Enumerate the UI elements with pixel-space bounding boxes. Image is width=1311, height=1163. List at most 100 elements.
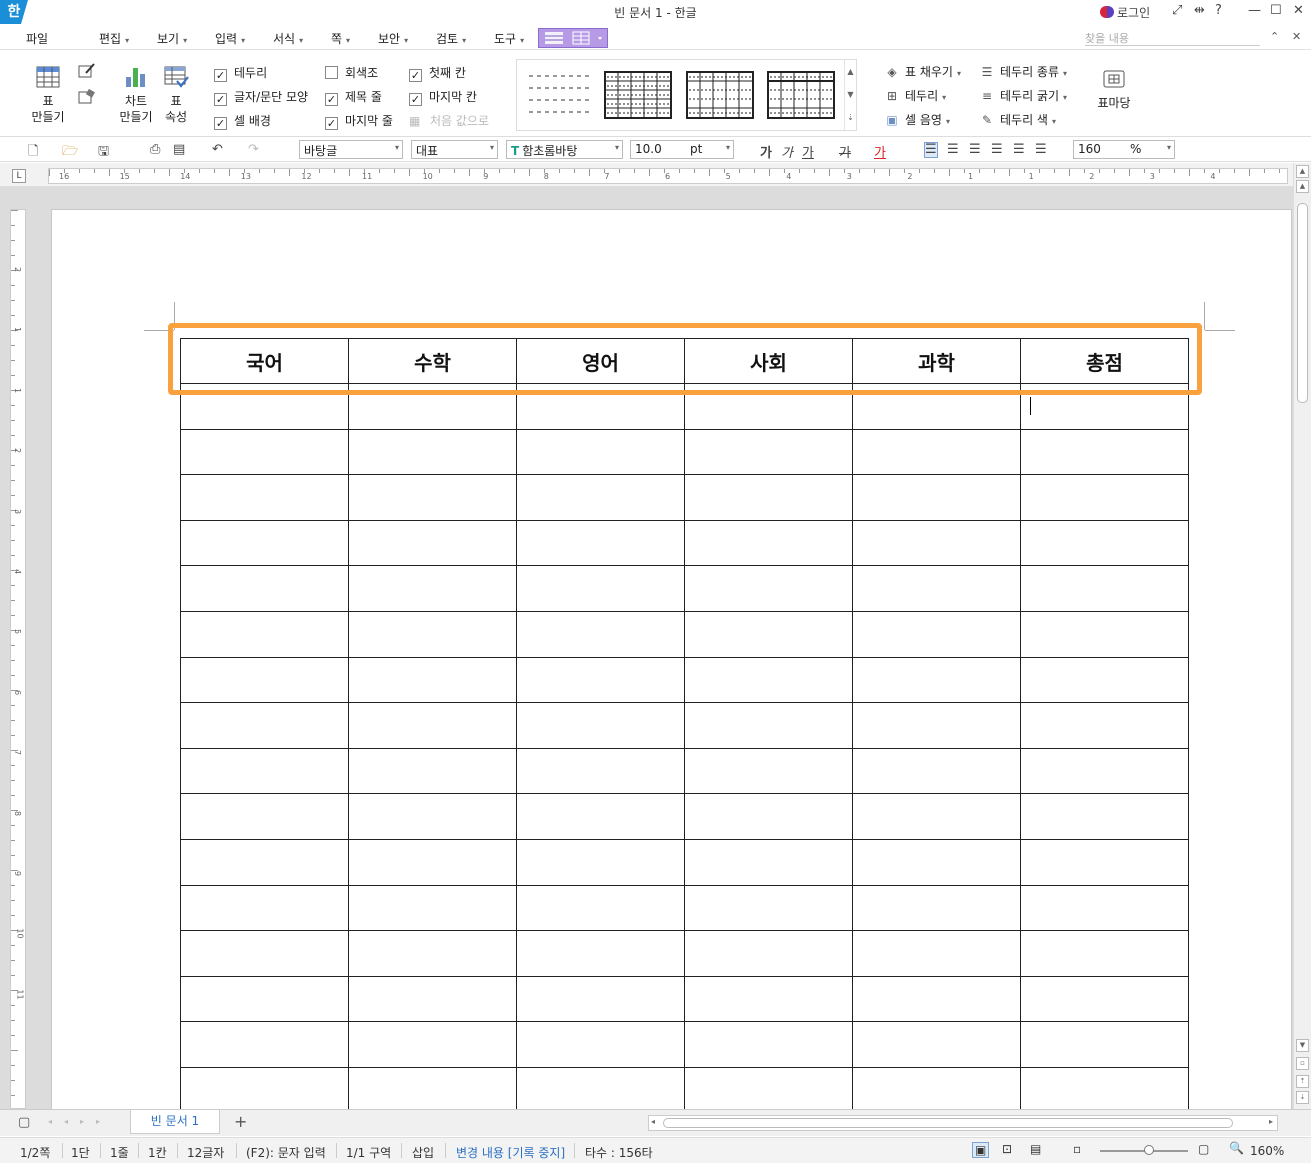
table-cell[interactable] — [516, 1021, 685, 1068]
search-input[interactable]: 찾을 내용 — [1085, 30, 1260, 46]
table-cell[interactable] — [684, 793, 853, 840]
table-cell[interactable] — [180, 702, 349, 749]
checkbox-cell-bg[interactable]: ✓ 셀 배경 — [214, 112, 271, 130]
table-create-button[interactable]: 표 만들기 — [28, 65, 68, 125]
new-document-icon[interactable]: 🗋 — [28, 142, 38, 164]
table-cell[interactable] — [1020, 565, 1189, 612]
menu-edit[interactable]: 편집 ▾ — [99, 30, 129, 47]
table-cell[interactable] — [516, 793, 685, 840]
table-cell[interactable] — [180, 975, 349, 1023]
table-cell[interactable] — [516, 1066, 685, 1109]
table-cell[interactable] — [1020, 428, 1189, 476]
border-color-button[interactable]: ✎ 테두리 색 ▾ — [979, 111, 1056, 128]
page[interactable]: 국어 수학 영어 사회 과학 총점 — [51, 209, 1292, 1109]
table-cell[interactable] — [516, 975, 685, 1023]
table-cell[interactable] — [684, 519, 853, 567]
table-style-grid-dashed[interactable] — [685, 70, 755, 120]
table-cell[interactable] — [516, 702, 685, 749]
table-cell[interactable] — [684, 1066, 853, 1109]
table-cell[interactable] — [852, 747, 1021, 795]
normal-view-icon[interactable]: ▣ — [972, 1142, 990, 1158]
ribbon-close-icon[interactable]: ✕ — [1292, 30, 1301, 43]
checkbox-grayscale[interactable]: 회색조 — [325, 64, 378, 81]
menu-view[interactable]: 보기 ▾ — [157, 30, 187, 47]
bold-button[interactable]: 가 — [760, 142, 772, 161]
scroll-right-icon[interactable]: ▸ — [1269, 1117, 1273, 1126]
erase-table-icon[interactable] — [78, 88, 96, 108]
table-cell[interactable] — [852, 565, 1021, 612]
table-cell[interactable] — [180, 656, 349, 704]
menu-file[interactable]: 파일 — [26, 30, 48, 47]
minimize-button[interactable]: — — [1248, 3, 1261, 18]
table-cell[interactable] — [180, 428, 349, 476]
checkbox-last-row[interactable]: ✓ 마지막 줄 — [325, 112, 393, 130]
table-cell[interactable] — [684, 565, 853, 612]
horizontal-ruler[interactable]: 16 15 14 13 12 11 10 9 8 7 6 5 4 3 2 1 1 2 3 4 — [48, 168, 1288, 184]
page-view-icon[interactable]: ▫ — [1296, 1057, 1309, 1070]
menu-tools[interactable]: 도구 ▾ — [494, 30, 524, 47]
add-tab-button[interactable]: + — [234, 1112, 247, 1131]
table-cell[interactable] — [516, 656, 685, 704]
table-cell[interactable] — [516, 428, 685, 476]
page-up-icon[interactable]: ⇡ — [1296, 1075, 1309, 1088]
table-cell[interactable] — [852, 610, 1021, 658]
vertical-ruler[interactable]: 2 1 1 2 3 4 5 6 7 8 9 10 11 — [10, 209, 26, 1109]
menu-insert[interactable]: 입력 ▾ — [215, 30, 245, 47]
table-style-bold-header[interactable] — [766, 70, 836, 120]
table-cell[interactable] — [348, 565, 517, 612]
table-cell[interactable] — [348, 930, 517, 977]
table-cell[interactable] — [684, 975, 853, 1023]
table-cell[interactable] — [516, 747, 685, 795]
table-props-button[interactable]: 표 속성 — [158, 65, 194, 125]
cell-shade-button[interactable]: ▣ 셀 음영 ▾ — [884, 111, 950, 128]
table-cell[interactable] — [852, 793, 1021, 840]
align-center-icon[interactable]: ☰ — [969, 142, 981, 157]
table-cell[interactable] — [348, 747, 517, 795]
fullscreen-icon[interactable]: ⤢ — [1172, 3, 1182, 18]
table-cell[interactable] — [852, 702, 1021, 749]
table-cell[interactable] — [852, 656, 1021, 704]
chart-create-button[interactable]: 차트 만들기 — [114, 65, 158, 125]
undo-icon[interactable]: ↶ — [212, 142, 223, 157]
table-cell[interactable] — [852, 884, 1021, 932]
status-page[interactable]: 1/2쪽 — [20, 1144, 50, 1161]
align-left-icon[interactable]: ☰ — [947, 142, 959, 157]
table-cell[interactable] — [348, 1066, 517, 1109]
table-cell[interactable] — [516, 884, 685, 932]
table-cell[interactable] — [684, 474, 853, 521]
table-cell[interactable] — [180, 1066, 349, 1109]
table-cell[interactable] — [348, 793, 517, 840]
font-select[interactable]: T 함초롬바탕 ▾ — [506, 140, 623, 159]
table-cell[interactable] — [1020, 975, 1189, 1023]
ruler-corner-button[interactable]: L — [12, 169, 26, 183]
checkbox-char-para[interactable]: ✓ 글자/문단 모양 — [214, 88, 308, 106]
table-cell[interactable] — [684, 747, 853, 795]
scroll-up-icon[interactable]: ▲ — [1296, 165, 1309, 178]
table-cell[interactable] — [684, 428, 853, 476]
border-type-button[interactable]: ☰ 테두리 종류 ▾ — [979, 63, 1067, 80]
table-cell[interactable] — [1020, 519, 1189, 567]
login-button[interactable]: 로그인 — [1100, 4, 1150, 21]
magnifier-icon[interactable]: 🔍 — [1229, 1141, 1244, 1155]
align-right-icon[interactable]: ☰ — [991, 142, 1003, 157]
border-width-button[interactable]: ≡ 테두리 굵기 ▾ — [979, 87, 1067, 104]
font-size-input[interactable]: 10.0 pt ▾ — [630, 140, 734, 159]
table-cell[interactable] — [852, 474, 1021, 521]
split-icon[interactable]: ⇹ — [1194, 3, 1205, 18]
status-insert[interactable]: 삽입 — [412, 1144, 434, 1161]
help-button[interactable]: ? — [1215, 3, 1222, 18]
redo-icon[interactable]: ↷ — [248, 142, 259, 157]
table-cell[interactable] — [852, 1066, 1021, 1109]
zoom-input[interactable]: 160% ▾ — [1073, 140, 1175, 159]
table-cell[interactable] — [684, 884, 853, 932]
tab-document-1[interactable]: 빈 문서 1 — [130, 1110, 220, 1134]
zoom-in-icon[interactable]: ▢ — [1198, 1142, 1209, 1156]
document-area[interactable]: 2 1 1 2 3 4 5 6 7 8 9 10 11 국어 수학 영어 사회 과학 총점 — [0, 187, 1293, 1109]
table-cell[interactable] — [516, 610, 685, 658]
tab-list-icon[interactable]: ▢ — [18, 1115, 30, 1130]
status-track-changes[interactable]: 변경 내용 [기록 중지] — [456, 1144, 565, 1161]
ribbon-collapse-icon[interactable]: ⌃ — [1270, 30, 1279, 43]
vertical-scrollbar[interactable]: ▲ ▲ ▼ ▫ ⇡ ⇣ — [1293, 163, 1311, 1109]
table-cell[interactable] — [1020, 1066, 1189, 1109]
table-cell[interactable] — [516, 565, 685, 612]
